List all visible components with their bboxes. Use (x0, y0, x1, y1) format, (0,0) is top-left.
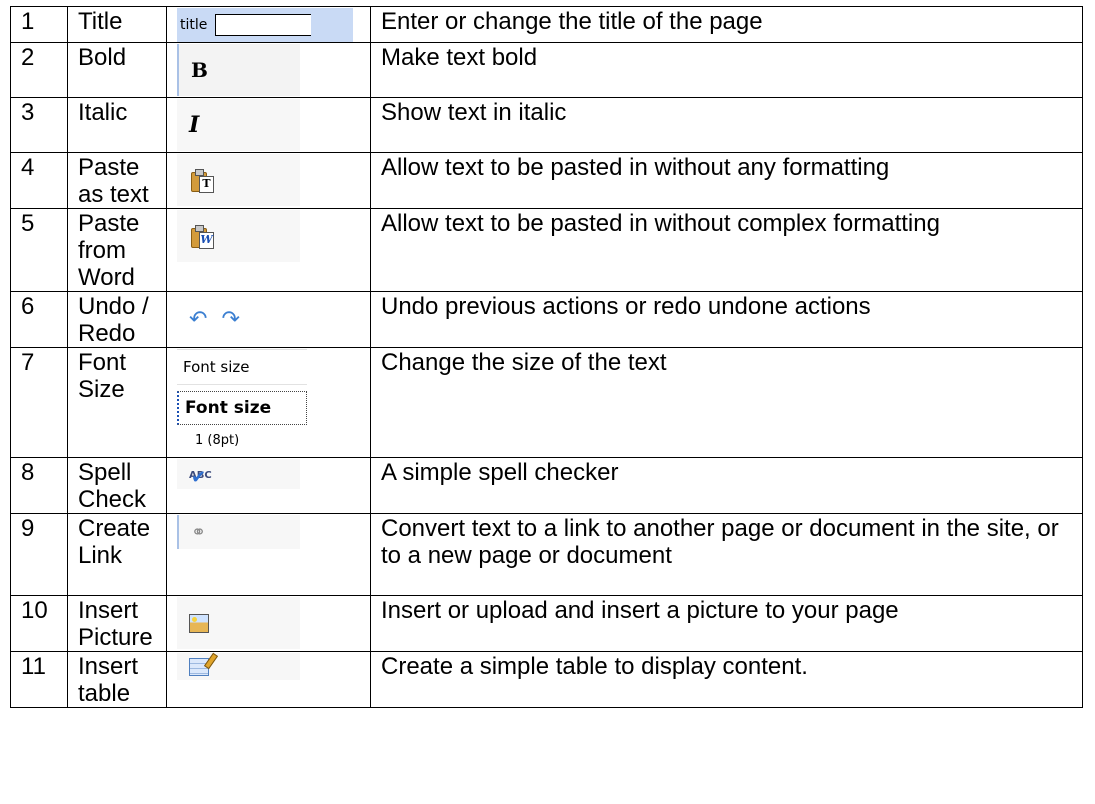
feature-description: Undo previous actions or redo undone act… (370, 291, 1083, 348)
icon-cell: ⚭ (166, 513, 371, 596)
feature-name: Insert Picture (67, 595, 167, 652)
feature-name: Italic (67, 97, 167, 153)
link-icon: ⚭ (177, 515, 300, 549)
row-number: 6 (10, 291, 68, 348)
table-row: 4 Paste as text T Allow text to be paste… (10, 152, 1083, 209)
feature-description: Make text bold (370, 42, 1083, 98)
table-row: 3 Italic I Show text in italic (10, 97, 1083, 153)
font-size-option: 1 (8pt) (195, 432, 240, 448)
table-row: 1 Title title Enter or change the title … (10, 6, 1083, 43)
icon-cell: B (166, 42, 371, 98)
paste-word-icon: W (177, 210, 300, 262)
redo-icon: ↷ (221, 306, 240, 332)
font-size-select: Font size (177, 349, 307, 385)
row-number: 5 (10, 208, 68, 292)
icon-cell (166, 595, 371, 652)
feature-name: Paste from Word (67, 208, 167, 292)
feature-name: Spell Check (67, 457, 167, 514)
title-input-box (215, 14, 312, 36)
feature-name: Bold (67, 42, 167, 98)
table-row: 2 Bold B Make text bold (10, 42, 1083, 98)
row-number: 4 (10, 152, 68, 209)
table-row: 9 Create Link ⚭ Convert text to a link t… (10, 513, 1083, 596)
font-size-selected-option: Font size (177, 391, 307, 425)
feature-description: Allow text to be pasted in without compl… (370, 208, 1083, 292)
icon-cell: ↶ ↷ (166, 291, 371, 348)
feature-description: Enter or change the title of the page (370, 6, 1083, 43)
picture-icon (177, 597, 300, 649)
toolbar-reference-table: 1 Title title Enter or change the title … (10, 6, 1083, 708)
spell-check-icon: ABC ✔ (177, 459, 300, 489)
icon-cell: W (166, 208, 371, 292)
feature-name: Create Link (67, 513, 167, 596)
feature-description: Create a simple table to display content… (370, 651, 1083, 708)
row-number: 7 (10, 347, 68, 458)
italic-icon: I (177, 99, 300, 151)
icon-cell: T (166, 152, 371, 209)
table-row: 11 Insert table Create a simple table to… (10, 651, 1083, 708)
table-icon (177, 653, 300, 680)
feature-name: Font Size (67, 347, 167, 458)
row-number: 9 (10, 513, 68, 596)
feature-description: Show text in italic (370, 97, 1083, 153)
table-row: 10 Insert Picture Insert or upload and i… (10, 595, 1083, 652)
feature-name: Paste as text (67, 152, 167, 209)
font-size-dropdown: Font size Font size 1 (8pt) (177, 349, 307, 457)
row-number: 11 (10, 651, 68, 708)
feature-name: Title (67, 6, 167, 43)
table-row: 6 Undo / Redo ↶ ↷ Undo previous actions … (10, 291, 1083, 348)
row-number: 2 (10, 42, 68, 98)
feature-description: Change the size of the text (370, 347, 1083, 458)
feature-name: Insert table (67, 651, 167, 708)
icon-cell: title (166, 6, 371, 43)
row-number: 10 (10, 595, 68, 652)
row-number: 3 (10, 97, 68, 153)
feature-description: Allow text to be pasted in without any f… (370, 152, 1083, 209)
title-field-screenshot: title (177, 8, 353, 42)
feature-name: Undo / Redo (67, 291, 167, 348)
paste-text-icon: T (177, 154, 300, 206)
icon-cell: Font size Font size 1 (8pt) (166, 347, 371, 458)
row-number: 1 (10, 6, 68, 43)
table-row: 7 Font Size Font size Font size 1 (8pt) … (10, 347, 1083, 458)
table-row: 5 Paste from Word W Allow text to be pas… (10, 208, 1083, 292)
table-row: 8 Spell Check ABC ✔ A simple spell checke… (10, 457, 1083, 514)
undo-redo-icon: ↶ ↷ (177, 293, 300, 345)
row-number: 8 (10, 457, 68, 514)
icon-cell (166, 651, 371, 708)
icon-cell: I (166, 97, 371, 153)
icon-cell: ABC ✔ (166, 457, 371, 514)
feature-description: Insert or upload and insert a picture to… (370, 595, 1083, 652)
undo-icon: ↶ (189, 306, 208, 332)
bold-icon: B (177, 44, 300, 96)
feature-description: Convert text to a link to another page o… (370, 513, 1083, 596)
title-label: title (180, 16, 208, 33)
feature-description: A simple spell checker (370, 457, 1083, 514)
